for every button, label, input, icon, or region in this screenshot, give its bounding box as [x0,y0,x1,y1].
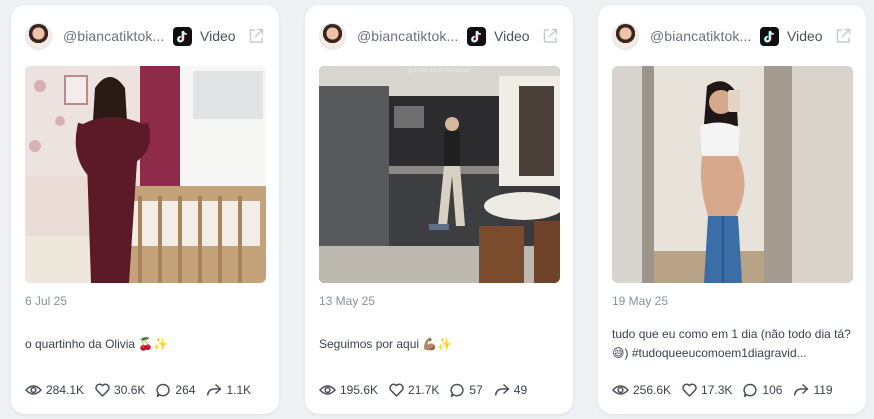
engagement-stats: 284.1K 30.6K 264 1.1K [25,381,269,399]
author-handle[interactable]: @biancatiktok... [650,28,750,44]
share-icon [794,383,809,396]
likes-count: 21.7K [408,383,440,397]
comments-stat: 106 [743,383,782,398]
avatar[interactable] [319,22,346,50]
eye-icon [612,385,629,395]
external-link-icon[interactable] [541,27,559,45]
post-date: 13 May 25 [319,294,376,308]
views-count: 256.6K [633,383,672,397]
shares-count: 49 [513,383,528,397]
likes-stat: 21.7K [389,383,439,397]
video-thumbnail[interactable] [612,66,853,283]
heart-icon [682,383,697,397]
overlay-text: gravida de 30 semanas [408,68,470,74]
shares-stat: 49 [494,383,527,397]
share-icon [207,383,222,396]
platform-label: Video [200,28,236,44]
views-count: 195.6K [340,383,379,397]
shares-stat: 1.1K [206,383,251,397]
comment-icon [450,383,465,397]
likes-stat: 30.6K [95,383,145,397]
video-thumbnail[interactable]: gravida de 30 semanas [319,66,560,283]
engagement-stats: 256.6K 17.3K 106 119 [612,381,856,399]
engagement-stats: 195.6K 21.7K 57 49 [319,381,563,399]
eye-icon [25,385,42,395]
tiktok-icon [760,26,779,46]
platform-label: Video [494,28,530,44]
post-card[interactable]: @biancatiktok... Video [305,5,573,414]
post-caption: tudo que eu como em 1 dia (não todo dia … [612,327,851,360]
post-caption: Seguimos por aqui 💪🏽✨ [319,337,453,351]
heart-icon [389,383,404,397]
author-handle[interactable]: @biancatiktok... [357,28,457,44]
avatar[interactable] [612,22,639,50]
comment-icon [156,383,171,397]
views-stat: 256.6K [612,383,671,397]
author-handle[interactable]: @biancatiktok... [63,28,163,44]
share-icon [494,383,510,396]
card-header: @biancatiktok... Video [319,21,559,51]
post-card[interactable]: @biancatiktok... Video [11,5,279,414]
platform-label: Video [787,28,823,44]
comment-icon [743,383,758,397]
external-link-icon[interactable] [834,27,852,45]
heart-icon [95,383,110,397]
post-card[interactable]: @biancatiktok... Video [598,5,866,414]
shares-count: 119 [813,383,833,397]
post-caption: o quartinho da Olivia 🍒✨ [25,337,169,351]
comments-stat: 57 [450,383,483,398]
comments-count: 57 [469,383,483,397]
comments-stat: 264 [156,383,195,398]
views-stat: 284.1K [25,383,84,397]
post-date: 6 Jul 25 [25,294,68,308]
views-stat: 195.6K [319,383,378,397]
shares-stat: 119 [793,383,833,397]
comments-count: 106 [762,383,783,397]
likes-count: 30.6K [114,383,146,397]
eye-icon [319,385,336,395]
card-header: @biancatiktok... Video [25,21,265,51]
tiktok-icon [173,26,192,46]
avatar[interactable] [25,22,52,50]
views-count: 284.1K [46,383,85,397]
card-header: @biancatiktok... Video [612,21,852,51]
video-thumbnail[interactable] [25,66,266,283]
tiktok-icon [467,26,486,46]
comments-count: 264 [175,383,196,397]
shares-count: 1.1K [226,383,252,397]
likes-count: 17.3K [701,383,733,397]
likes-stat: 17.3K [682,383,732,397]
external-link-icon[interactable] [247,27,265,45]
post-date: 19 May 25 [612,294,669,308]
